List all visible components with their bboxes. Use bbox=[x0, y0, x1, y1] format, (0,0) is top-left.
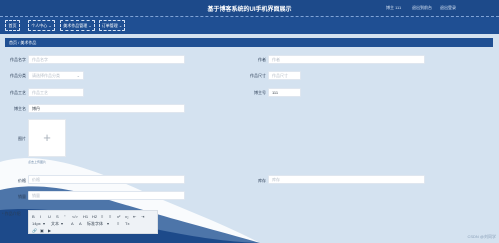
nav-home[interactable]: 首页 bbox=[5, 20, 20, 31]
image-upload[interactable]: + bbox=[28, 119, 66, 157]
font-family-select[interactable]: 标准字体 bbox=[87, 221, 103, 227]
image-icon[interactable]: ▣ bbox=[40, 228, 44, 233]
bullet-list-button[interactable]: ≡ bbox=[109, 214, 111, 219]
chevron-down-icon: ⌄ bbox=[76, 73, 80, 78]
nav-personal-label: 个人中心 bbox=[31, 23, 48, 28]
chevron-down-icon: ▾ bbox=[107, 221, 110, 226]
category-label: 作品分类 bbox=[10, 73, 26, 78]
craft-label: 作品工艺 bbox=[10, 90, 26, 95]
align-button[interactable]: ≡ bbox=[117, 221, 119, 226]
exit-link[interactable]: 退出登录 bbox=[440, 5, 456, 11]
watermark: CSDN @刘同学 bbox=[467, 234, 496, 239]
price-label: 价格 bbox=[18, 178, 26, 183]
category-select[interactable]: 请选择作品分类 ⌄ bbox=[28, 71, 84, 80]
superscript-button[interactable]: x² bbox=[117, 214, 120, 219]
blogname-label: 博主名 bbox=[14, 106, 26, 111]
author-label: 作者 bbox=[258, 57, 266, 62]
chevron-down-icon: ⌄ bbox=[88, 23, 92, 28]
craft-input[interactable]: 作品工艺 bbox=[28, 88, 84, 97]
chevron-down-icon: ⌄ bbox=[118, 23, 123, 28]
font-size-select[interactable]: 14px bbox=[32, 221, 41, 226]
rich-text-editor[interactable]: B I U S " </> H1 H2 ≡ ≡ x² x₂ ⇤ ⇥ 14px ▾… bbox=[28, 210, 158, 234]
underline-button[interactable]: U bbox=[48, 214, 51, 219]
nav-orders-label: 订单管理 bbox=[101, 23, 118, 28]
h2-button[interactable]: H2 bbox=[92, 214, 97, 219]
nav-bar: 首页 个人中心 ⌄ 美术作品管理 ⌄ 订单管理 ⌄ bbox=[0, 17, 499, 34]
chevron-down-icon: ▾ bbox=[61, 221, 64, 226]
ordered-list-button[interactable]: ≡ bbox=[101, 214, 103, 219]
nav-personal[interactable]: 个人中心 ⌄ bbox=[28, 20, 55, 31]
subscript-button[interactable]: x₂ bbox=[125, 214, 129, 219]
nav-orders[interactable]: 订单管理 ⌄ bbox=[99, 20, 125, 31]
author-input[interactable]: 作者 bbox=[268, 55, 425, 64]
nav-works-label: 美术作品管理 bbox=[63, 23, 88, 28]
chevron-down-icon: ⌄ bbox=[48, 23, 52, 28]
link-icon[interactable]: 🔗 bbox=[32, 228, 37, 233]
chevron-down-icon: ▾ bbox=[43, 221, 46, 226]
blogname-input[interactable]: 博丹 bbox=[28, 104, 185, 113]
stock-input[interactable]: 库存 bbox=[268, 175, 425, 184]
quote-button[interactable]: " bbox=[64, 214, 65, 219]
background-color-button[interactable]: A bbox=[79, 221, 82, 226]
logout-front-link[interactable]: 退出到前台 bbox=[412, 5, 432, 11]
nav-works[interactable]: 美术作品管理 ⌄ bbox=[60, 20, 95, 31]
top-header: 基于博客系统的UI手机界面展示 博主 111 退出到前台 退出登录 bbox=[0, 0, 499, 17]
sales-label: 销量 bbox=[18, 194, 26, 199]
blogger-input[interactable]: 111 bbox=[268, 88, 301, 97]
stock-label: 库存 bbox=[258, 178, 266, 183]
user-label: 博主 111 bbox=[386, 5, 402, 10]
italic-button[interactable]: I bbox=[40, 214, 41, 219]
breadcrumb: 首页 / 美术作品 bbox=[5, 38, 493, 47]
intro-label: * 作品介绍 bbox=[2, 211, 21, 216]
h1-button[interactable]: H1 bbox=[83, 214, 88, 219]
name-input[interactable]: 作品名字 bbox=[28, 55, 185, 64]
name-label: 作品名字 bbox=[10, 57, 26, 62]
outdent-button[interactable]: ⇤ bbox=[133, 214, 136, 219]
size-input[interactable]: 作品尺寸 bbox=[268, 71, 301, 80]
clear-format-button[interactable]: Tx bbox=[125, 221, 129, 226]
plus-icon: + bbox=[43, 130, 51, 145]
price-input[interactable]: 价格 bbox=[28, 175, 185, 184]
indent-button[interactable]: ⇥ bbox=[141, 214, 144, 219]
image-label: 图片 bbox=[18, 136, 26, 141]
font-color-button[interactable]: A bbox=[71, 221, 74, 226]
admin-page: 基于博客系统的UI手机界面展示 博主 111 退出到前台 退出登录 首页 个人中… bbox=[0, 0, 499, 243]
blogger-label: 博主号 bbox=[254, 90, 266, 95]
header-select[interactable]: 文本 bbox=[51, 221, 59, 227]
sales-input[interactable]: 销量 bbox=[28, 191, 185, 200]
video-icon[interactable]: ▶ bbox=[48, 228, 51, 233]
size-label: 作品尺寸 bbox=[250, 73, 266, 78]
upload-hint: 点击上传图片 bbox=[28, 160, 47, 164]
code-button[interactable]: </> bbox=[72, 214, 78, 219]
strike-button[interactable]: S bbox=[56, 214, 59, 219]
category-select-placeholder: 请选择作品分类 bbox=[32, 73, 60, 78]
bold-button[interactable]: B bbox=[32, 214, 35, 219]
